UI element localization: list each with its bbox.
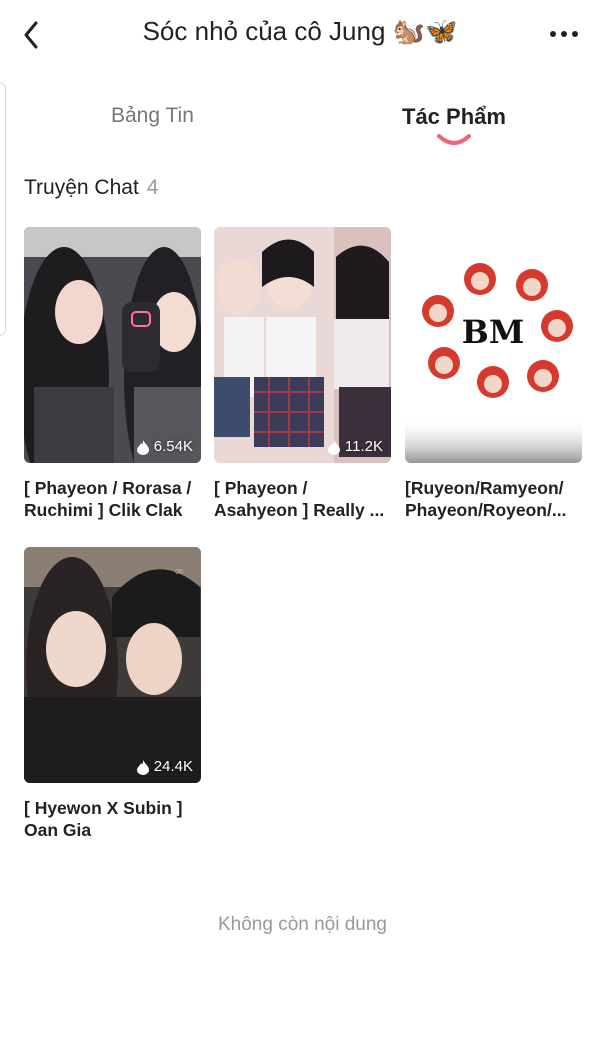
more-horizontal-icon [550, 31, 556, 37]
tab-news-feed[interactable]: Bảng Tin [111, 104, 194, 128]
story-card[interactable]: 11.2K [ Phayeon / Asahyeon ] Really ... [214, 227, 391, 521]
story-title: [ Phayeon / Rorasa / Ruchimi ] Clik Clak [24, 478, 192, 520]
story-thumbnail: 6.54K [24, 227, 201, 463]
fire-icon [327, 439, 340, 455]
story-thumbnail: 11.2K [214, 227, 391, 463]
svg-text:∞: ∞ [174, 564, 184, 578]
story-title: [ Phayeon / Asahyeon ] Really ... [214, 478, 385, 520]
view-count: 24.4K [136, 758, 193, 775]
story-title: [Ruyeon/Ramyeon/ Phayeon/Royeon/... [405, 478, 567, 520]
view-count-value: 11.2K [344, 438, 383, 455]
side-drawer-handle[interactable] [0, 82, 6, 336]
story-title: [ Hyewon X Subin ] Oan Gia [24, 798, 183, 840]
view-count-value: 6.54K [153, 438, 193, 455]
tab-works[interactable]: Tác Phẩm [402, 104, 506, 130]
fire-icon [136, 439, 149, 455]
fire-icon [136, 759, 149, 775]
active-tab-indicator [437, 134, 471, 145]
story-card[interactable]: 6.54K [ Phayeon / Rorasa / Ruchimi ] Cli… [24, 227, 201, 521]
page-title: Sóc nhỏ của cô Jung 🐿️🦋 [142, 16, 458, 46]
section-title-label: Truyện Chat [24, 176, 139, 199]
view-count: 6.54K [136, 438, 193, 455]
section-title: Truyện Chat 4 [24, 176, 158, 200]
view-count-value: 24.4K [153, 758, 193, 775]
top-bar: Sóc nhỏ của cô Jung 🐿️🦋 [0, 0, 600, 70]
more-options-button[interactable] [546, 30, 580, 40]
logo-text: BM [462, 313, 524, 351]
end-of-content-text: Không còn nội dung [217, 914, 388, 935]
back-button[interactable] [18, 18, 48, 52]
chevron-left-icon [24, 21, 38, 49]
section-count: 4 [146, 176, 159, 199]
story-card[interactable]: ∞ 24.4K [ Hyewon X Subin ] Oan Gia [24, 547, 201, 841]
story-card[interactable]: BM [Ruyeon/Ramyeon/ Phayeon/Royeon/... [405, 227, 582, 521]
story-thumbnail: ∞ 24.4K [24, 547, 201, 783]
view-count: 11.2K [327, 438, 383, 455]
story-thumbnail: BM [405, 227, 582, 463]
